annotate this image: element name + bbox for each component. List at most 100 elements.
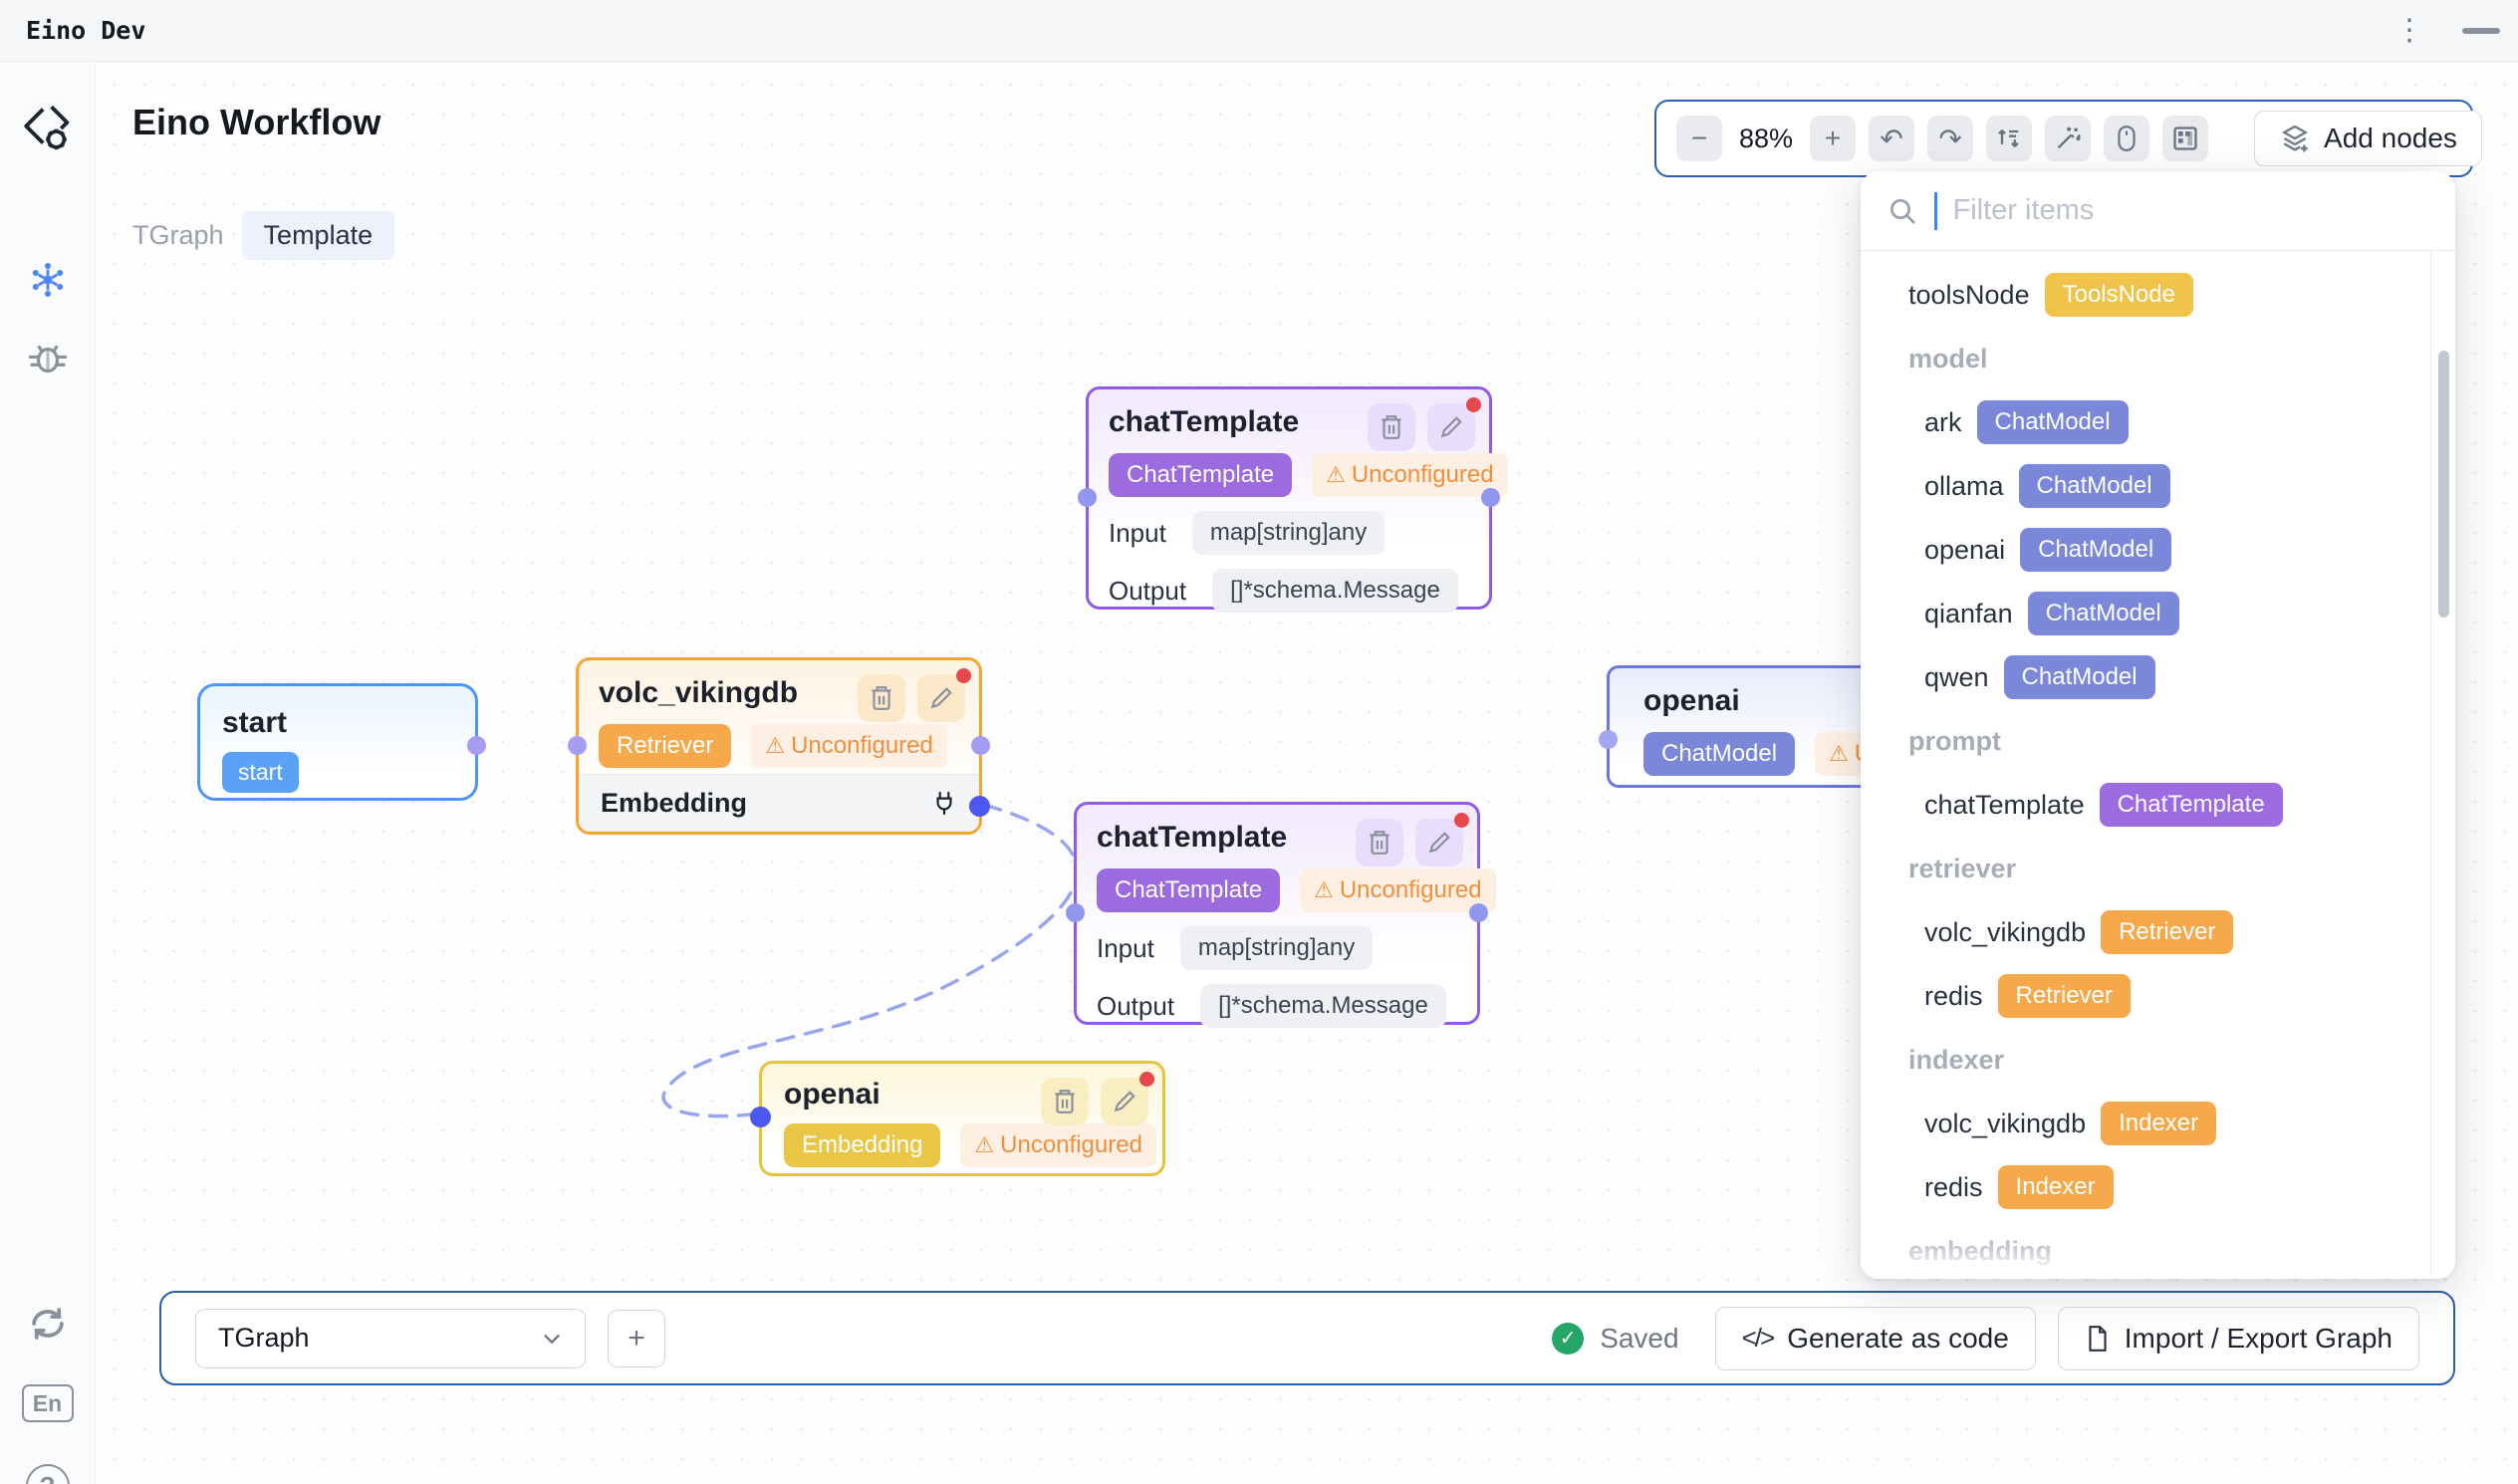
sort-layout-icon	[1995, 124, 2023, 152]
node-type-item-redis[interactable]: redisIndexer	[1861, 1155, 2455, 1219]
node-type-item-chatTemplate[interactable]: chatTemplateChatTemplate	[1861, 773, 2455, 837]
left-sidebar: En ?	[0, 62, 96, 1484]
kebab-menu-icon[interactable]: ⋮	[2394, 16, 2424, 46]
tab-tgraph[interactable]: TGraph	[132, 220, 224, 251]
trash-icon	[869, 684, 894, 712]
input-port[interactable]	[1599, 730, 1618, 749]
window-titlebar: Eino Dev ⋮	[0, 0, 2518, 62]
text-cursor	[1934, 192, 1937, 230]
output-label: Output	[1109, 576, 1186, 607]
page-title: Eino Workflow	[132, 102, 380, 143]
canvas-toolbar: − 88% + ↶ ↷ Add nodes	[1654, 100, 2473, 177]
delete-node-button[interactable]	[1041, 1078, 1089, 1125]
add-graph-button[interactable]: +	[608, 1310, 665, 1367]
node-type-badge: Retriever	[599, 724, 731, 768]
delete-node-button[interactable]	[858, 674, 905, 722]
input-port[interactable]	[1066, 903, 1085, 922]
window-title: Eino Dev	[26, 16, 145, 45]
node-chat-template-2[interactable]: chatTemplate ChatTemplate ⚠ Unconfigured…	[1074, 802, 1480, 1025]
item-type-badge: Retriever	[1998, 974, 2131, 1018]
delete-node-button[interactable]	[1368, 403, 1415, 451]
pencil-icon	[1426, 830, 1452, 856]
item-type-badge: ChatModel	[2028, 592, 2179, 635]
import-export-graph-button[interactable]: Import / Export Graph	[2058, 1307, 2419, 1370]
edit-node-button[interactable]	[1101, 1078, 1148, 1125]
edit-node-button[interactable]	[917, 674, 965, 722]
trash-icon	[1367, 829, 1392, 857]
undo-button[interactable]: ↶	[1869, 116, 1914, 161]
node-category-embedding: embedding	[1861, 1219, 2455, 1279]
node-type-item-openai[interactable]: openaiChatModel	[1861, 518, 2455, 582]
embedding-slot[interactable]: Embedding	[579, 774, 979, 832]
input-port[interactable]	[1078, 488, 1097, 507]
zoom-in-button[interactable]: +	[1810, 116, 1856, 161]
item-type-badge: ChatModel	[2019, 464, 2170, 508]
language-toggle[interactable]: En	[22, 1384, 74, 1422]
add-nodes-button[interactable]: Add nodes	[2254, 111, 2482, 166]
node-openai-embedding[interactable]: openai Embedding ⚠ Unconfigured	[759, 1061, 1165, 1176]
node-type-item-qwen[interactable]: qwenChatModel	[1861, 645, 2455, 709]
node-type-item-redis[interactable]: redis Retriever	[1861, 964, 2455, 1028]
input-port[interactable]	[750, 1107, 771, 1127]
delete-node-button[interactable]	[1356, 819, 1403, 866]
item-label: chatTemplate	[1924, 790, 2085, 821]
item-label: volc_vikingdb	[1924, 1109, 2086, 1139]
embedding-port[interactable]	[969, 796, 990, 817]
node-type-badge: Embedding	[784, 1123, 940, 1167]
node-type-item-ollama[interactable]: ollamaChatModel	[1861, 454, 2455, 518]
node-start[interactable]: start start	[197, 683, 478, 801]
magic-wand-icon	[2054, 124, 2082, 152]
edit-node-button[interactable]	[1415, 819, 1463, 866]
node-category-indexer: indexer	[1861, 1028, 2455, 1092]
refresh-button[interactable]	[27, 1305, 69, 1343]
node-type-badge: ChatTemplate	[1097, 868, 1280, 912]
scrollbar-thumb[interactable]	[2438, 351, 2449, 618]
node-type-item-volc_vikingdb[interactable]: volc_vikingdbIndexer	[1861, 1092, 2455, 1155]
unsaved-dot	[1454, 813, 1469, 828]
redo-button[interactable]: ↷	[1927, 116, 1973, 161]
node-type-item-toolsNode[interactable]: toolsNode ToolsNode	[1861, 263, 2455, 327]
output-port[interactable]	[971, 736, 990, 755]
mouse-mode-button[interactable]	[2104, 116, 2149, 161]
item-label: toolsNode	[1908, 280, 2030, 311]
warning-icon: ⚠	[1829, 743, 1849, 765]
help-button[interactable]: ?	[26, 1464, 70, 1484]
minimize-button[interactable]	[2462, 28, 2500, 34]
node-title: start	[222, 706, 453, 740]
warning-icon: ⚠	[1314, 879, 1334, 901]
output-port[interactable]	[1469, 903, 1488, 922]
item-type-badge: ToolsNode	[2045, 273, 2193, 317]
pencil-icon	[1438, 414, 1464, 440]
magic-wand-button[interactable]	[2045, 116, 2091, 161]
save-status: ✓ Saved	[1552, 1323, 1678, 1355]
pencil-icon	[1112, 1089, 1137, 1114]
output-port[interactable]	[1481, 488, 1500, 507]
status-badge: ⚠ Unconfigured	[960, 1123, 1156, 1167]
input-port[interactable]	[568, 736, 587, 755]
input-label: Input	[1097, 933, 1154, 964]
node-type-item-volc_vikingdb[interactable]: volc_vikingdbRetriever	[1861, 900, 2455, 964]
sidebar-item-debug[interactable]	[26, 339, 70, 378]
zoom-out-button[interactable]: −	[1676, 116, 1722, 161]
node-chat-template-1[interactable]: chatTemplate ChatTemplate ⚠ Unconfigured…	[1086, 386, 1492, 610]
node-volc-vikingdb[interactable]: volc_vikingdb Retriever ⚠ Unconfigured E…	[576, 657, 982, 835]
unsaved-dot	[1466, 397, 1481, 412]
node-type-item-ark[interactable]: arkChatModel	[1861, 390, 2455, 454]
pencil-icon	[928, 685, 954, 711]
item-label: redis	[1924, 981, 1983, 1012]
sidebar-item-workflow[interactable]	[27, 259, 69, 301]
output-port[interactable]	[467, 736, 486, 755]
graph-select[interactable]: TGraph	[195, 1309, 586, 1368]
add-nodes-panel: Filter items toolsNodeToolsNodemodelarkC…	[1861, 171, 2455, 1279]
generate-as-code-button[interactable]: </> Generate as code	[1715, 1307, 2036, 1370]
tab-template[interactable]: Template	[242, 211, 395, 260]
edit-node-button[interactable]	[1427, 403, 1475, 451]
node-type-item-qianfan[interactable]: qianfanChatModel	[1861, 582, 2455, 645]
minimap-button[interactable]	[2162, 116, 2208, 161]
item-label: ark	[1924, 407, 1962, 438]
filter-input[interactable]: Filter items	[1861, 171, 2455, 251]
auto-layout-button[interactable]	[1986, 116, 2032, 161]
input-type: map[string]any	[1180, 926, 1373, 970]
output-type: []*schema.Message	[1212, 569, 1458, 613]
output-type: []*schema.Message	[1200, 984, 1446, 1028]
